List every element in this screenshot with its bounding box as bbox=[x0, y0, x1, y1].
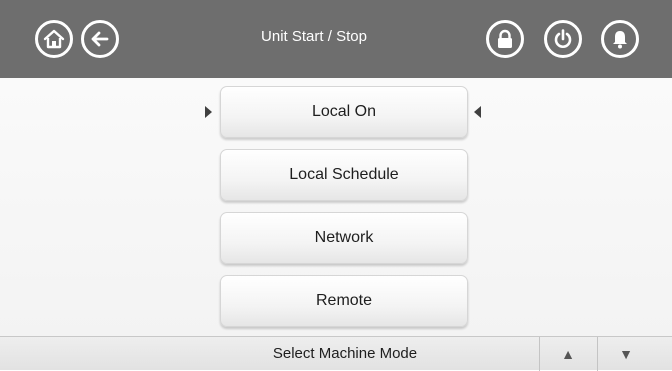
footer-label: Select Machine Mode bbox=[272, 345, 418, 362]
home-icon bbox=[43, 29, 65, 49]
home-button[interactable] bbox=[35, 20, 73, 58]
local-on-button[interactable]: Local On bbox=[220, 86, 468, 138]
alarm-bell-icon bbox=[613, 31, 627, 49]
scroll-down-button[interactable]: ▼ bbox=[598, 337, 654, 371]
lock-button[interactable] bbox=[486, 20, 524, 58]
selection-marker-right-icon bbox=[474, 106, 481, 118]
header-bar: Unit Start / Stop bbox=[0, 0, 672, 78]
page-title: Unit Start / Stop bbox=[261, 28, 367, 45]
power-icon bbox=[554, 29, 572, 48]
footer-bar: Select Machine Mode ▲ ▼ bbox=[0, 336, 672, 371]
local-schedule-button[interactable]: Local Schedule bbox=[220, 149, 468, 201]
selection-marker-left-icon bbox=[205, 106, 212, 118]
remote-button[interactable]: Remote bbox=[220, 275, 468, 327]
network-button[interactable]: Network bbox=[220, 212, 468, 264]
lock-icon bbox=[498, 29, 512, 48]
alarm-button[interactable] bbox=[601, 20, 639, 58]
power-button[interactable] bbox=[544, 20, 582, 58]
back-button[interactable] bbox=[81, 20, 119, 58]
scroll-up-button[interactable]: ▲ bbox=[540, 337, 596, 371]
back-arrow-icon bbox=[91, 31, 109, 47]
